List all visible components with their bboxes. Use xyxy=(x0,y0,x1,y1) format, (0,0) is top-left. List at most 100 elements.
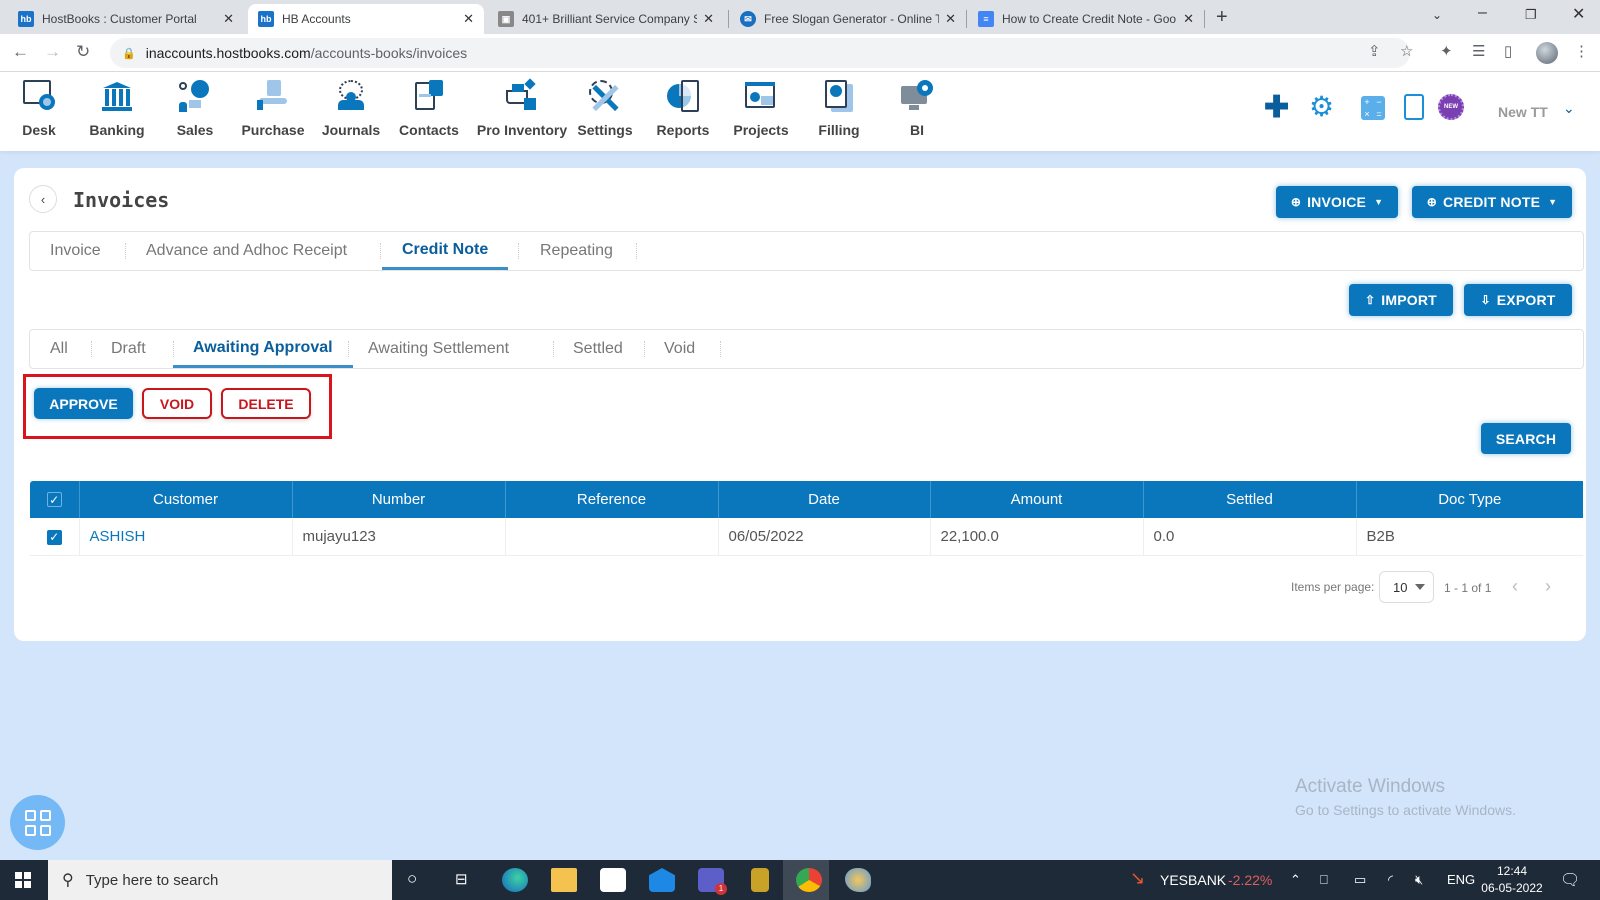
back-button[interactable]: ‹ xyxy=(29,185,57,213)
void-button[interactable]: VOID xyxy=(142,388,212,419)
browser-menu-icon[interactable]: ⋮ xyxy=(1574,42,1589,60)
select-all-checkbox[interactable]: ✓ xyxy=(46,492,62,507)
volume-muted-icon[interactable]: 🔇︎ xyxy=(1415,872,1423,888)
browser-tab-credit-note-doc[interactable]: ≡ How to Create Credit Note - Goo ✕ xyxy=(968,4,1204,34)
battery-icon[interactable]: ▭ xyxy=(1354,872,1366,888)
minimize-button[interactable]: – xyxy=(1478,4,1487,22)
close-tab-icon[interactable]: ✕ xyxy=(945,11,956,27)
wifi-icon[interactable]: ◜ xyxy=(1388,872,1393,888)
nav-purchase[interactable]: Purchase xyxy=(228,78,318,138)
cell-customer[interactable]: ASHISH xyxy=(79,518,293,555)
nav-journals[interactable]: Journals xyxy=(306,78,396,138)
column-header-number[interactable]: Number xyxy=(292,481,506,518)
forward-icon[interactable]: → xyxy=(44,42,61,62)
tab-credit-note[interactable]: Credit Note xyxy=(382,232,509,270)
taskbar-clock[interactable]: 12:44 06-05-2022 xyxy=(1480,863,1544,897)
reading-list-icon[interactable]: ☰ xyxy=(1472,42,1485,60)
show-hidden-icons[interactable]: ⌃ xyxy=(1290,872,1301,888)
row-select-cell[interactable]: ✓ xyxy=(30,518,80,555)
paint-icon[interactable] xyxy=(845,868,871,892)
chrome-icon[interactable] xyxy=(796,868,822,892)
new-tab-button[interactable]: + xyxy=(1216,6,1228,29)
calculator-icon[interactable]: + − × = xyxy=(1361,96,1385,120)
nav-banking[interactable]: Banking xyxy=(72,78,162,138)
delete-button[interactable]: DELETE xyxy=(221,388,311,419)
nav-settings[interactable]: Settings xyxy=(560,78,650,138)
user-menu-chevron-icon[interactable]: ⌄ xyxy=(1563,100,1575,117)
language-indicator[interactable]: ENG xyxy=(1447,872,1475,887)
share-icon[interactable]: ⇪ xyxy=(1368,42,1381,60)
profile-avatar[interactable] xyxy=(1536,42,1558,64)
clipboard-icon[interactable] xyxy=(1404,94,1424,120)
browser-tab-hostbooks-portal[interactable]: hb HostBooks : Customer Portal ✕ xyxy=(8,4,244,34)
items-per-page-select[interactable]: 10 xyxy=(1379,571,1434,603)
microsoft-store-icon[interactable] xyxy=(600,868,626,892)
search-button[interactable]: SEARCH xyxy=(1481,423,1571,454)
close-window-button[interactable]: ✕ xyxy=(1572,4,1585,24)
task-view-icon[interactable]: ⊟ xyxy=(455,870,468,888)
nav-reports[interactable]: Reports xyxy=(638,78,728,138)
nav-projects[interactable]: Projects xyxy=(716,78,806,138)
notification-center-icon[interactable]: 🗨︎ xyxy=(1560,870,1580,890)
column-header-doc-type[interactable]: Doc Type xyxy=(1356,481,1583,518)
user-name[interactable]: New TT xyxy=(1498,104,1548,120)
tab-void[interactable]: Void xyxy=(644,330,715,368)
tab-all[interactable]: All xyxy=(30,330,88,368)
previous-page-button[interactable]: ‹ xyxy=(1512,576,1518,597)
row-checkbox[interactable]: ✓ xyxy=(46,529,62,545)
cortana-icon[interactable]: ○ xyxy=(407,869,417,889)
nav-pro-inventory[interactable]: Pro Inventory xyxy=(472,78,572,138)
close-tab-icon[interactable]: ✕ xyxy=(223,11,234,27)
taskbar-search-box[interactable]: ⚲ Type here to search xyxy=(48,860,392,900)
close-tab-icon[interactable]: ✕ xyxy=(1183,11,1194,27)
meet-now-icon[interactable]: ⎕ xyxy=(1320,872,1328,888)
edge-icon[interactable] xyxy=(502,868,528,892)
file-explorer-icon[interactable] xyxy=(551,868,577,892)
new-badge-icon[interactable]: NEW xyxy=(1438,94,1464,120)
browser-tab-hb-accounts[interactable]: hb HB Accounts ✕ xyxy=(248,4,484,34)
nav-contacts[interactable]: Contacts xyxy=(384,78,474,138)
windows-start-icon[interactable] xyxy=(15,872,31,888)
new-invoice-button[interactable]: ⊕ INVOICE ▼ xyxy=(1276,186,1398,218)
nav-sales[interactable]: Sales xyxy=(150,78,240,138)
bookmark-star-icon[interactable]: ☆ xyxy=(1400,42,1413,60)
nav-bi[interactable]: BI xyxy=(872,78,962,138)
import-button[interactable]: ⇧ IMPORT xyxy=(1349,284,1453,316)
table-row[interactable]: ✓ ASHISH mujayu123 06/05/2022 22,100.0 0… xyxy=(30,518,1583,555)
column-header-date[interactable]: Date xyxy=(718,481,931,518)
tab-awaiting-approval[interactable]: Awaiting Approval xyxy=(173,330,353,368)
customer-link[interactable]: ASHISH xyxy=(90,528,146,545)
teams-icon[interactable]: 1 xyxy=(698,868,727,895)
stock-ticker[interactable]: YESBANK xyxy=(1160,872,1226,888)
nav-filling[interactable]: Filling xyxy=(794,78,884,138)
reload-icon[interactable]: ↻ xyxy=(76,42,90,62)
tab-awaiting-settlement[interactable]: Awaiting Settlement xyxy=(348,330,529,368)
plus-icon[interactable]: ✚ xyxy=(1264,90,1289,125)
new-credit-note-button[interactable]: ⊕ CREDIT NOTE ▼ xyxy=(1412,186,1572,218)
mail-icon[interactable] xyxy=(649,868,675,892)
tab-advance-adhoc-receipt[interactable]: Advance and Adhoc Receipt xyxy=(126,232,367,270)
restore-button[interactable]: ❐ xyxy=(1525,7,1537,23)
approve-button[interactable]: APPROVE xyxy=(34,388,133,419)
next-page-button[interactable]: › xyxy=(1545,576,1551,597)
apps-grid-button[interactable] xyxy=(10,795,65,850)
browser-tab-service-company[interactable]: ▣ 401+ Brilliant Service Company S ✕ xyxy=(488,4,724,34)
column-header-reference[interactable]: Reference xyxy=(505,481,719,518)
column-header-customer[interactable]: Customer xyxy=(79,481,293,518)
browser-tab-slogan-generator[interactable]: ✉ Free Slogan Generator - Online T ✕ xyxy=(730,4,966,34)
close-tab-icon[interactable]: ✕ xyxy=(463,11,474,27)
tab-settled[interactable]: Settled xyxy=(553,330,643,368)
back-icon[interactable]: ← xyxy=(12,42,29,62)
side-panel-icon[interactable]: ▯ xyxy=(1504,42,1512,60)
column-header-amount[interactable]: Amount xyxy=(930,481,1144,518)
tab-repeating[interactable]: Repeating xyxy=(520,232,633,270)
export-button[interactable]: ⇩ EXPORT xyxy=(1464,284,1572,316)
tab-draft[interactable]: Draft xyxy=(91,330,166,368)
close-tab-icon[interactable]: ✕ xyxy=(703,11,714,27)
tab-invoice[interactable]: Invoice xyxy=(30,232,121,270)
select-all-cell[interactable]: ✓ xyxy=(30,481,80,518)
tab-search-icon[interactable]: ⌄ xyxy=(1432,8,1442,22)
gear-icon[interactable]: ⚙ xyxy=(1309,90,1334,123)
column-header-settled[interactable]: Settled xyxy=(1143,481,1357,518)
address-bar[interactable]: 🔒 inaccounts.hostbooks.com/accounts-book… xyxy=(110,38,1410,68)
